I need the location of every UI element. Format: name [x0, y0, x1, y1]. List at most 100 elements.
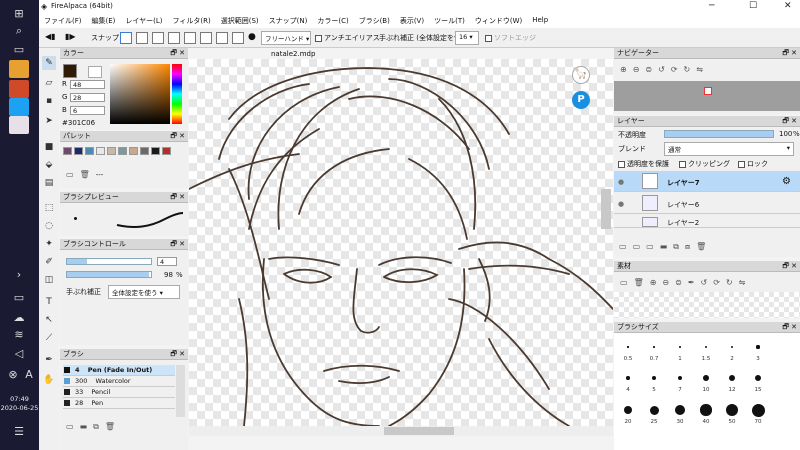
b-field[interactable]: 6	[70, 106, 105, 115]
folder-icon[interactable]: ▬	[80, 422, 88, 431]
horizontal-scroll-thumb[interactable]	[384, 427, 454, 435]
palette-swatch[interactable]	[96, 147, 105, 155]
brush-item[interactable]: 4 Pen (Fade In/Out)	[63, 365, 175, 376]
menu-filter[interactable]: フィルタ(R)	[173, 16, 211, 28]
material-preview[interactable]	[614, 292, 800, 318]
brush-preview-header[interactable]: ブラシプレビュー 🗗 ✕	[60, 192, 188, 203]
duplicate-icon[interactable]: ⧉	[93, 422, 99, 432]
brush-size-dot[interactable]	[675, 405, 685, 415]
menu-edit[interactable]: 編集(E)	[92, 16, 116, 28]
rotate-left-icon[interactable]: ↺	[658, 65, 665, 74]
brush-size-dot[interactable]	[677, 375, 683, 381]
vertical-scroll-thumb[interactable]	[601, 189, 611, 229]
alpaca-icon[interactable]: 🦙	[572, 66, 590, 84]
maximize-button[interactable]: ☐	[749, 1, 757, 11]
rotate-reset-icon[interactable]: ⟳	[713, 278, 720, 287]
new-layer-icon[interactable]: ▭	[619, 242, 627, 251]
menu-layer[interactable]: レイヤー(L)	[125, 16, 162, 28]
brush-size-dot[interactable]	[725, 403, 739, 417]
brush-size-dot[interactable]	[703, 375, 709, 381]
bucket-tool-icon[interactable]: ⬙	[42, 158, 56, 172]
snap-point-icon[interactable]: ●	[248, 32, 256, 42]
menu-color[interactable]: カラー(C)	[317, 16, 348, 28]
background-color-swatch[interactable]	[88, 66, 102, 78]
chrome-icon[interactable]	[9, 80, 29, 98]
color-panel-header[interactable]: カラー 🗗 ✕	[60, 48, 188, 59]
text-tool-icon[interactable]: T	[42, 295, 56, 309]
operation-tool-icon[interactable]: ↖	[42, 313, 56, 327]
layer-settings-icon[interactable]: ⚙	[782, 176, 791, 187]
brush-size-dot[interactable]	[700, 404, 712, 416]
panel-options-icon[interactable]: 🗗 ✕	[782, 116, 797, 127]
wifi-icon[interactable]: ≋	[8, 325, 30, 343]
soft-edge-checkbox[interactable]: ソフトエッジ	[485, 33, 536, 43]
size-slider[interactable]	[66, 258, 152, 265]
brush-size-dot[interactable]	[756, 345, 760, 349]
material-panel-header[interactable]: 素材 🗗 ✕	[614, 261, 800, 272]
flip-icon[interactable]: ⇋	[739, 278, 746, 287]
snap-off-icon[interactable]	[120, 32, 132, 44]
rotate-right-icon[interactable]: ↻	[684, 65, 691, 74]
brush-item[interactable]: 28 Pen	[63, 398, 175, 409]
panel-options-icon[interactable]: 🗗 ✕	[170, 131, 185, 142]
snap-vanishing-icon[interactable]	[168, 32, 180, 44]
select-eraser-icon[interactable]: ◫	[42, 273, 56, 287]
brush-panel-header[interactable]: ブラシ 🗗 ✕	[60, 349, 188, 360]
brush-size-dot[interactable]	[626, 376, 630, 380]
canvas-tab[interactable]: natale2.mdp	[271, 50, 315, 58]
brush-size-dot[interactable]	[704, 345, 708, 349]
zoom-fit-icon[interactable]: ⊜	[675, 278, 682, 287]
pen-tool-icon[interactable]: ✎	[42, 56, 56, 70]
brush-size-dot[interactable]	[751, 403, 765, 417]
dot-tool-icon[interactable]: ▪	[42, 94, 56, 108]
clipping-checkbox[interactable]: クリッピング	[679, 159, 730, 169]
layer-row[interactable]: レイヤー2	[614, 215, 800, 228]
r-field[interactable]: 48	[70, 80, 105, 89]
navigator-preview[interactable]	[614, 81, 800, 111]
gradient-tool-icon[interactable]: ▤	[42, 176, 56, 190]
eyedropper-icon[interactable]: ✒	[688, 278, 695, 287]
task-view-icon[interactable]: ▭	[8, 40, 30, 58]
layer-visibility-icon[interactable]: ●	[618, 178, 624, 186]
snap-cross-icon[interactable]	[152, 32, 164, 44]
fill-tool-icon[interactable]: ■	[42, 140, 56, 154]
stabilizer-dropdown[interactable]: 16 ▾	[455, 31, 479, 45]
palette-swatch[interactable]	[140, 147, 149, 155]
duplicate-layer-icon[interactable]: ⧉	[673, 242, 679, 252]
palette-swatch[interactable]	[107, 147, 116, 155]
snap-radial-icon[interactable]	[184, 32, 196, 44]
palette-swatch[interactable]	[63, 147, 72, 155]
menu-tools[interactable]: ツール(T)	[434, 16, 465, 28]
blend-dropdown[interactable]: 通常 ▾	[664, 142, 794, 156]
protect-alpha-checkbox[interactable]: 透明度を保護	[618, 159, 669, 169]
brush-item[interactable]: 300 Watercolor	[63, 376, 175, 387]
move-tool-icon[interactable]: ➤	[42, 114, 56, 128]
snap-parallel-icon[interactable]	[136, 32, 148, 44]
onedrive-icon[interactable]: ☁	[8, 308, 30, 326]
material-add-icon[interactable]: ▭	[620, 278, 628, 287]
file-explorer-icon[interactable]	[9, 60, 29, 78]
magic-wand-icon[interactable]: ✦	[42, 237, 56, 251]
delete-layer-icon[interactable]: 🗑	[696, 242, 706, 251]
zoom-fit-icon[interactable]: ⊜	[645, 65, 652, 74]
zoom-out-icon[interactable]: ⊖	[633, 65, 640, 74]
rotate-reset-icon[interactable]: ⟳	[671, 65, 678, 74]
menu-select[interactable]: 選択範囲(S)	[221, 16, 259, 28]
palette-swatch[interactable]	[74, 147, 83, 155]
panel-options-icon[interactable]: 🗗 ✕	[170, 48, 185, 59]
close-button[interactable]: ✕	[784, 1, 792, 11]
horizontal-scrollbar[interactable]	[189, 426, 613, 436]
layer-row[interactable]: ● レイヤー6	[614, 193, 800, 214]
brush-size-panel-header[interactable]: ブラシサイズ 🗗 ✕	[614, 322, 800, 333]
select-pen-icon[interactable]: ✐	[42, 255, 56, 269]
brush-size-dot[interactable]	[653, 346, 655, 348]
navigator-header[interactable]: ナビゲーター 🗗 ✕	[614, 48, 800, 59]
snap-circle-icon[interactable]	[200, 32, 212, 44]
menu-snap[interactable]: スナップ(N)	[269, 16, 308, 28]
notification-icon[interactable]: ☰	[8, 422, 30, 440]
merge-layer-icon[interactable]: ⧈	[685, 242, 690, 252]
brush-size-dot[interactable]	[651, 375, 656, 380]
palette-swatch[interactable]	[118, 147, 127, 155]
freehand-dropdown[interactable]: フリーハンド ▾	[261, 31, 311, 45]
layer-panel-header[interactable]: レイヤー 🗗 ✕	[614, 116, 800, 127]
